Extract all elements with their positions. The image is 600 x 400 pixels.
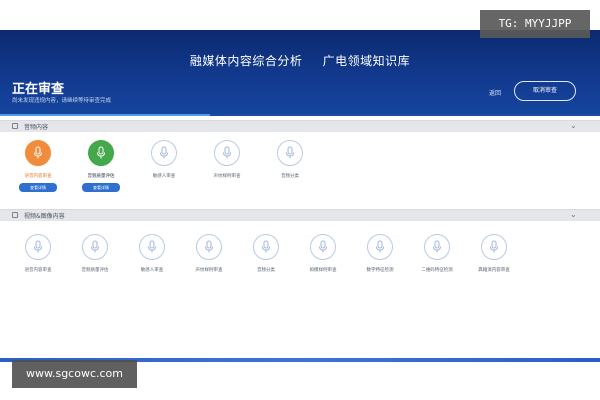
video-item-label: 数字特征检测 (366, 268, 394, 273)
microphone-button[interactable] (253, 234, 279, 260)
view-details-button[interactable]: 查看详情 (19, 183, 57, 192)
audio-item[interactable]: 音频分类 (262, 140, 318, 179)
microphone-button[interactable] (139, 234, 165, 260)
video-item[interactable]: 敏感人审查 (124, 234, 180, 273)
microphone-button[interactable] (481, 234, 507, 260)
review-page: 融媒体内容综合分析 广电领域知识库 正在审查 尚未发现违规内容，请继续等待审查完… (0, 0, 600, 400)
microphone-icon (286, 146, 294, 159)
microphone-icon (97, 146, 105, 159)
audio-item-label: 音频质量评估 (87, 174, 115, 179)
video-item-label: 如模样例审查 (309, 268, 337, 273)
microphone-button[interactable] (25, 234, 51, 260)
watermark-top: TG: MYYJJPP (480, 10, 590, 38)
video-item-label: 语音内容审查 (24, 268, 52, 273)
video-item[interactable]: 音频分类 (238, 234, 294, 273)
header-title-left: 融媒体内容综合分析 (189, 54, 303, 68)
microphone-icon (319, 240, 327, 253)
video-item-label: 典籍演内容审查 (478, 268, 510, 273)
microphone-icon (34, 240, 42, 253)
microphone-button[interactable] (310, 234, 336, 260)
microphone-button[interactable] (277, 140, 303, 166)
video-item[interactable]: 数字特征检测 (352, 234, 408, 273)
microphone-icon (91, 240, 99, 253)
status-title: 正在审查 (12, 82, 65, 97)
microphone-icon (376, 240, 384, 253)
headphone-icon (12, 123, 18, 129)
header-bar: 融媒体内容综合分析 广电领域知识库 正在审查 尚未发现违规内容，请继续等待审查完… (0, 30, 600, 116)
microphone-icon (148, 240, 156, 253)
video-item[interactable]: 二维码特征检测 (409, 234, 465, 273)
watermark-bottom: www.sgcowc.com (12, 360, 137, 388)
microphone-icon (223, 146, 231, 159)
progress-fill (0, 114, 210, 116)
video-item-label: 音频质量评估 (81, 268, 109, 273)
status-subtitle: 尚未发现违规内容，请继续等待审查完成 (12, 98, 112, 104)
audio-item-label: 音频分类 (281, 174, 299, 179)
video-item-label: 二维码特征检测 (421, 268, 453, 273)
microphone-icon (160, 146, 168, 159)
audio-item-label: 声纹样例审查 (213, 174, 241, 179)
video-item[interactable]: 如模样例审查 (295, 234, 351, 273)
header-title-right: 广电领域知识库 (322, 54, 411, 68)
view-details-button[interactable]: 查看详情 (82, 183, 120, 192)
audio-item-label: 敏感人审查 (152, 174, 176, 179)
section-audio-label: 音频内容 (24, 124, 49, 131)
audio-item[interactable]: 音频质量评估查看详情 (73, 140, 129, 192)
header-title: 融媒体内容综合分析 广电领域知识库 (0, 52, 600, 69)
video-item-label: 敏感人审查 (140, 268, 164, 273)
video-item[interactable]: 音频质量评估 (67, 234, 123, 273)
microphone-button[interactable] (88, 140, 114, 166)
microphone-button[interactable] (82, 234, 108, 260)
audio-item[interactable]: 语音内容审查查看详情 (10, 140, 66, 192)
section-video-label: 视频&图像内容 (24, 213, 65, 220)
microphone-button[interactable] (214, 140, 240, 166)
audio-item[interactable]: 敏感人审查 (136, 140, 192, 179)
chevron-down-icon[interactable]: ⌄ (570, 121, 577, 130)
section-audio-header[interactable]: 音频内容 ⌄ (0, 120, 600, 132)
back-link[interactable]: 返回 (489, 88, 501, 97)
cancel-review-button[interactable]: 取消审查 (514, 81, 576, 101)
video-item[interactable]: 典籍演内容审查 (466, 234, 522, 273)
microphone-icon (205, 240, 213, 253)
microphone-button[interactable] (367, 234, 393, 260)
image-icon (12, 212, 18, 218)
video-item[interactable]: 声纹样例审查 (181, 234, 237, 273)
microphone-button[interactable] (196, 234, 222, 260)
microphone-icon (262, 240, 270, 253)
microphone-icon (34, 146, 42, 159)
video-item-label: 声纹样例审查 (195, 268, 223, 273)
microphone-icon (433, 240, 441, 253)
audio-item-label: 语音内容审查 (24, 174, 52, 179)
video-item-label: 音频分类 (257, 268, 275, 273)
microphone-button[interactable] (151, 140, 177, 166)
microphone-icon (490, 240, 498, 253)
chevron-down-icon[interactable]: ⌄ (570, 210, 577, 219)
microphone-button[interactable] (424, 234, 450, 260)
audio-item[interactable]: 声纹样例审查 (199, 140, 255, 179)
section-video-header[interactable]: 视频&图像内容 ⌄ (0, 209, 600, 221)
microphone-button[interactable] (25, 140, 51, 166)
video-item[interactable]: 语音内容审查 (10, 234, 66, 273)
